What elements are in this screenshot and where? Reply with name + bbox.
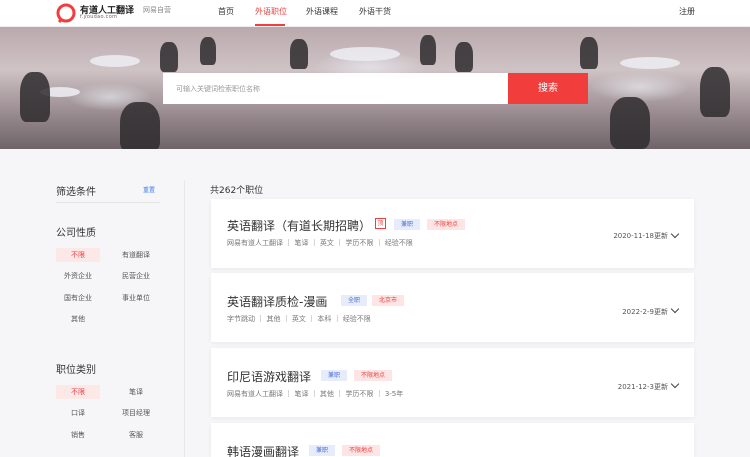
company-type-option[interactable]: 民营企业 xyxy=(114,269,158,283)
company-type-option-any[interactable]: 不限 xyxy=(56,248,100,262)
job-type-tag: 全职 xyxy=(341,295,368,306)
job-company: 网易有道人工翻译 xyxy=(227,239,283,247)
job-updated-date: 2021-12-3更新 xyxy=(617,383,668,391)
nav-foreign-courses[interactable]: 外语课程 xyxy=(306,6,338,17)
nav-foreign-tips[interactable]: 外语干货 xyxy=(359,6,391,17)
banner-decoration xyxy=(290,39,308,69)
job-category-option[interactable]: 客服 xyxy=(114,428,158,442)
filter-divider xyxy=(56,202,160,203)
job-function: 笔译 xyxy=(294,239,309,247)
job-title[interactable]: 英语翻译质检-漫画 xyxy=(227,293,327,310)
banner-decoration xyxy=(420,35,436,65)
chevron-down-icon[interactable] xyxy=(670,229,680,239)
job-title[interactable]: 英语翻译（有道长期招聘） xyxy=(227,217,371,234)
company-type-option[interactable]: 有道翻译 xyxy=(114,248,158,262)
active-nav-indicator xyxy=(255,24,285,26)
youdao-logo-icon[interactable] xyxy=(56,3,76,23)
job-company: 字节跳动 xyxy=(227,315,255,323)
job-company: 网易有道人工翻译 xyxy=(227,390,283,398)
banner-decoration xyxy=(610,97,650,149)
job-card[interactable]: 英语翻译（有道长期招聘） 顶 兼职 不限地点 网易有道人工翻译 ｜ 笔译 ｜ 英… xyxy=(211,199,694,268)
pinned-badge: 顶 xyxy=(375,218,386,229)
job-category-title: 职位类别 xyxy=(56,365,96,376)
job-updated-date: 2022-2-9更新 xyxy=(622,308,668,316)
job-title[interactable]: 印尼语游戏翻译 xyxy=(227,368,311,385)
job-experience: 经验不限 xyxy=(342,315,371,323)
banner-decoration xyxy=(580,37,598,69)
chevron-down-icon[interactable] xyxy=(670,304,680,314)
job-location-tag: 不限地点 xyxy=(342,445,381,456)
banner-decoration xyxy=(455,42,473,72)
job-meta: 网易有道人工翻译 ｜ 笔译 ｜ 其他 ｜ 学历不限 ｜ 3-5年 xyxy=(227,390,404,398)
company-type-option[interactable]: 事业单位 xyxy=(114,291,158,305)
job-function: 其他 xyxy=(266,315,281,323)
job-type-tag: 兼职 xyxy=(321,370,348,381)
job-location-tag: 北京市 xyxy=(372,295,405,306)
banner-decoration xyxy=(700,67,730,117)
company-type-option[interactable]: 其他 xyxy=(56,312,100,326)
job-card[interactable]: 印尼语游戏翻译 兼职 不限地点 网易有道人工翻译 ｜ 笔译 ｜ 其他 ｜ 学历不… xyxy=(211,348,694,417)
chevron-down-icon[interactable] xyxy=(670,379,680,389)
banner-decoration xyxy=(620,57,680,69)
register-link[interactable]: 注册 xyxy=(679,6,695,17)
job-education: 学历不限 xyxy=(345,390,374,398)
sidebar-divider xyxy=(184,180,185,457)
job-title[interactable]: 韩语漫画翻译 xyxy=(227,443,299,457)
job-education: 学历不限 xyxy=(345,239,374,247)
nav-foreign-jobs[interactable]: 外语职位 xyxy=(255,6,287,17)
banner-decoration xyxy=(20,72,50,122)
job-count: 共262个职位 xyxy=(210,186,264,196)
job-education: 本科 xyxy=(317,315,332,323)
job-category-option[interactable]: 销售 xyxy=(56,428,100,442)
job-category-option[interactable]: 口译 xyxy=(56,406,100,420)
job-location-tag: 不限地点 xyxy=(354,370,393,381)
job-language: 其他 xyxy=(319,390,334,398)
banner-decoration xyxy=(90,55,140,67)
job-updated-date: 2020-11-18更新 xyxy=(613,232,668,240)
banner-decoration xyxy=(200,37,216,65)
company-type-option[interactable]: 外资企业 xyxy=(56,269,100,283)
job-category-option[interactable]: 笔译 xyxy=(114,385,158,399)
job-meta: 字节跳动 ｜ 其他 ｜ 英文 ｜ 本科 ｜ 经验不限 xyxy=(227,315,371,323)
job-language: 英文 xyxy=(319,239,334,247)
brand-label: 网易自营 xyxy=(143,6,171,14)
job-category-option-any[interactable]: 不限 xyxy=(56,385,100,399)
job-experience: 3-5年 xyxy=(384,390,404,398)
job-meta: 网易有道人工翻译 ｜ 笔译 ｜ 英文 ｜ 学历不限 ｜ 经验不限 xyxy=(227,239,413,247)
nav-home[interactable]: 首页 xyxy=(218,6,234,17)
job-category-option[interactable]: 项目经理 xyxy=(114,406,158,420)
logo-url: f.youdao.com xyxy=(80,14,118,20)
company-type-option[interactable]: 国有企业 xyxy=(56,291,100,305)
job-card[interactable]: 英语翻译质检-漫画 全职 北京市 字节跳动 ｜ 其他 ｜ 英文 ｜ 本科 ｜ 经… xyxy=(211,273,694,342)
job-location-tag: 不限地点 xyxy=(427,219,466,230)
banner-decoration xyxy=(330,47,400,61)
job-card[interactable]: 韩语漫画翻译 兼职 不限地点 xyxy=(211,423,694,457)
company-type-title: 公司性质 xyxy=(56,228,96,239)
top-navigation-bar: 有道人工翻译 f.youdao.com 网易自营 首页 外语职位 外语课程 外语… xyxy=(0,0,750,27)
banner-decoration xyxy=(160,42,178,72)
job-function: 笔译 xyxy=(294,390,309,398)
banner-decoration xyxy=(120,102,160,149)
job-search-input[interactable]: 可输入关键词检索职位名称 xyxy=(163,73,509,104)
job-language: 英文 xyxy=(291,315,306,323)
reset-filters-link[interactable]: 重置 xyxy=(143,185,155,194)
search-button[interactable]: 搜索 xyxy=(508,73,588,104)
job-experience: 经验不限 xyxy=(384,239,413,247)
filter-title: 筛选条件 xyxy=(56,187,96,198)
job-type-tag: 兼职 xyxy=(309,445,336,456)
job-type-tag: 兼职 xyxy=(394,219,421,230)
